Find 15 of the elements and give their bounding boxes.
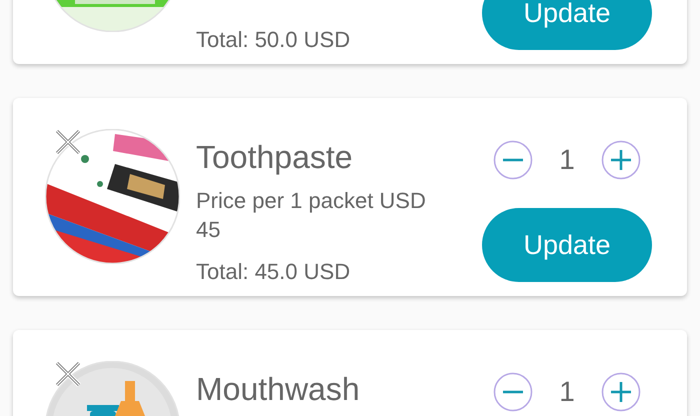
close-icon[interactable] bbox=[53, 127, 83, 157]
quantity-value: 1 bbox=[559, 376, 575, 408]
update-button[interactable]: Update bbox=[482, 208, 652, 282]
minus-button[interactable] bbox=[493, 140, 534, 180]
plus-button[interactable] bbox=[600, 372, 641, 412]
total-text: Total: 50.0 USD bbox=[196, 26, 352, 54]
update-button[interactable]: Update bbox=[482, 0, 652, 50]
product-name: Toothpaste bbox=[196, 138, 354, 176]
quantity-value: 1 bbox=[559, 144, 575, 176]
close-icon[interactable] bbox=[53, 359, 83, 389]
price-text: Price per 1 packet USD 45 bbox=[196, 187, 427, 244]
plus-button[interactable] bbox=[600, 140, 641, 180]
product-name: Mouthwash bbox=[196, 370, 361, 408]
total-text: Total: 45.0 USD bbox=[196, 258, 352, 286]
minus-button[interactable] bbox=[493, 372, 534, 412]
